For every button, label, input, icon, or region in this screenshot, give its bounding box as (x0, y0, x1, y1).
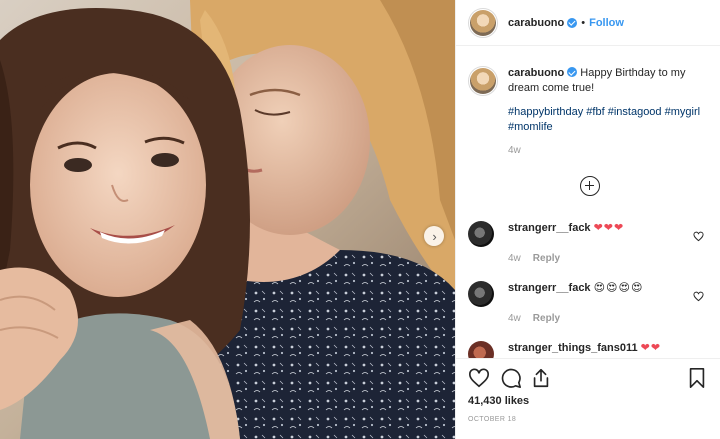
bookmark-icon[interactable] (686, 367, 708, 389)
heart-icon[interactable] (693, 291, 704, 302)
likes-count[interactable]: 41,430 likes (468, 395, 529, 407)
verified-icon (567, 67, 578, 77)
next-photo-button[interactable]: › (424, 226, 444, 246)
avatar (470, 9, 496, 36)
hashtag[interactable]: #mygirl (665, 106, 700, 118)
separator-dot: • (581, 16, 586, 29)
post-header: carabuono • Follow (456, 0, 720, 46)
comment-username[interactable]: stranger_things_fans011 (508, 342, 638, 354)
caption-username[interactable]: carabuono (508, 67, 564, 79)
comment-text: 😍😍😍😍 (593, 282, 644, 294)
hashtag[interactable]: #happybirthday (508, 106, 583, 118)
comment-text: ❤❤❤ (593, 222, 625, 234)
action-bar (468, 367, 708, 391)
hashtag[interactable]: #instagood (608, 106, 662, 118)
post-sidebar: carabuono • Follow carabuono Happy Birth… (455, 0, 720, 439)
reply-button[interactable]: Reply (533, 253, 560, 264)
follow-button[interactable]: Follow (589, 17, 624, 29)
comment: strangerr__fack ❤❤❤ 4w Reply (468, 221, 708, 264)
author-username[interactable]: carabuono (508, 17, 564, 29)
heart-icon[interactable] (693, 231, 704, 242)
photo-illustration (0, 0, 455, 439)
hashtag[interactable]: #fbf (586, 106, 604, 118)
verified-icon (567, 17, 578, 28)
post-date[interactable]: OCTOBER 18 (468, 416, 516, 423)
comment-time[interactable]: 4w (508, 253, 521, 264)
reply-button[interactable]: Reply (533, 313, 560, 324)
comment-time[interactable]: 4w (508, 313, 521, 324)
post-photo[interactable]: › (0, 0, 455, 439)
hashtags: #happybirthday #fbf #instagood #mygirl #… (508, 105, 708, 135)
author-avatar[interactable] (468, 7, 498, 38)
next-arrow-icon: › (432, 228, 437, 244)
comment-icon[interactable] (500, 367, 522, 389)
comment: strangerr__fack 😍😍😍😍 4w Reply (468, 281, 708, 324)
caption: carabuono Happy Birthday to my dream com… (468, 66, 708, 158)
heart-icon[interactable] (468, 367, 490, 389)
comment-text: ❤❤ (640, 342, 662, 354)
add-comment-icon[interactable] (580, 176, 600, 196)
caption-text-block: carabuono Happy Birthday to my dream com… (508, 66, 708, 158)
comment-username[interactable]: strangerr__fack (508, 282, 591, 294)
post-footer: 41,430 likes OCTOBER 18 (456, 358, 720, 439)
hashtag[interactable]: #momlife (508, 121, 553, 133)
avatar[interactable] (468, 281, 494, 307)
avatar (470, 68, 496, 94)
comment-username[interactable]: strangerr__fack (508, 222, 591, 234)
caption-avatar[interactable] (468, 66, 498, 96)
avatar[interactable] (468, 221, 494, 247)
share-icon[interactable] (530, 367, 552, 389)
caption-time[interactable]: 4w (508, 143, 708, 158)
